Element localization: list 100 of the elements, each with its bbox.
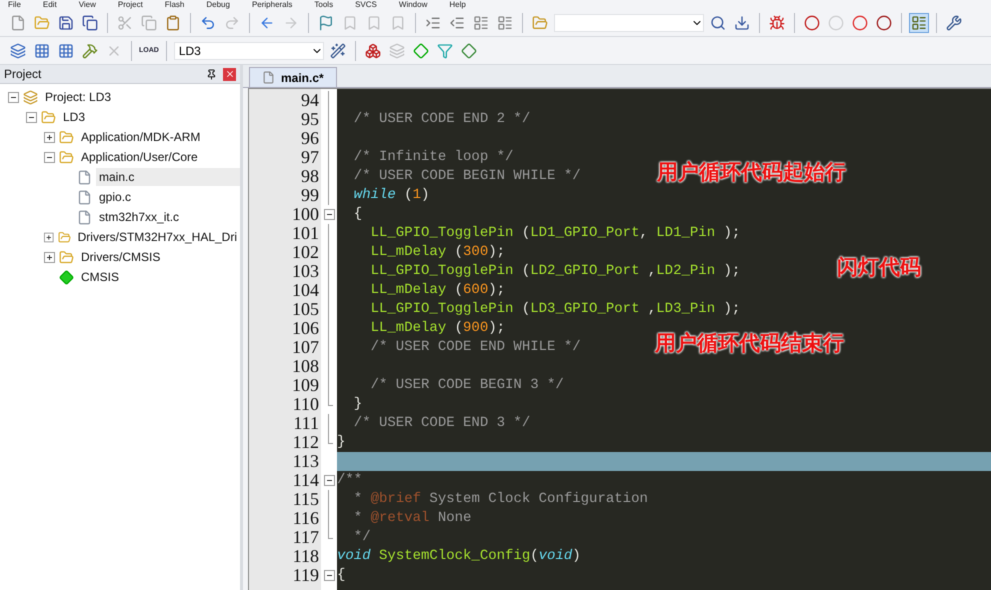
folder-icon [59, 150, 74, 164]
line-number: 94 [300, 91, 320, 110]
collapse-toggle[interactable] [44, 152, 55, 162]
fold-toggle[interactable] [324, 570, 334, 581]
file-icon [262, 71, 275, 84]
menu-item[interactable]: Project [118, 0, 143, 9]
project-icon [23, 90, 38, 104]
line-number: 97 [300, 148, 320, 167]
close-button[interactable] [223, 68, 236, 80]
code-line: LL_mDelay (600); [370, 281, 506, 300]
code-line: */ [352, 528, 372, 547]
line-number: 119 [292, 566, 320, 585]
code-line: { [352, 205, 364, 224]
expand-toggle[interactable] [44, 132, 55, 142]
tree-item[interactable]: LD3 [60, 108, 88, 126]
expand-toggle[interactable] [44, 232, 54, 242]
code-line: } [337, 433, 346, 452]
pin-icon[interactable] [206, 68, 217, 80]
expand-toggle[interactable] [44, 252, 55, 262]
code-line: /* USER CODE BEGIN 3 */ [370, 376, 565, 395]
line-number: 103 [291, 262, 320, 281]
line-number: 106 [291, 319, 320, 338]
line-number: 102 [291, 243, 320, 262]
code-line: LL_mDelay (300); [370, 243, 506, 262]
component-icon [59, 270, 74, 284]
window-layout-icon[interactable] [909, 12, 929, 32]
menu-item[interactable]: Help [449, 0, 466, 9]
panel-title: Project [4, 67, 42, 81]
tree-item[interactable]: Drivers/STM32H7xx_HAL_Dri [74, 228, 240, 246]
diamond-icon[interactable] [458, 40, 479, 60]
tree-item[interactable]: Project: LD3 [42, 88, 114, 106]
code-line: * @retval None [352, 509, 472, 528]
file-icon [77, 170, 92, 184]
close-icon [224, 69, 234, 79]
code-line: while (1) [352, 186, 430, 205]
diamond-icon[interactable] [410, 40, 431, 60]
line-number: 101 [291, 224, 320, 243]
tree-item[interactable]: stm32h7xx_it.c [96, 208, 182, 226]
line-number: 95 [300, 110, 320, 129]
line-number: 114 [292, 471, 320, 490]
line-number: 98 [300, 167, 320, 186]
breakpoint-icon[interactable] [850, 12, 870, 32]
debug-icon[interactable] [767, 12, 787, 32]
code-line: /* Infinite loop */ [352, 148, 514, 167]
file-icon [77, 210, 92, 224]
folder-icon [58, 230, 71, 244]
target-combo[interactable]: LD3 [174, 42, 324, 60]
tree-item[interactable]: Application/MDK-ARM [78, 128, 204, 146]
folder-icon [59, 130, 74, 144]
code-line: LL_mDelay (900); [370, 319, 506, 338]
breakpoint-icon[interactable] [802, 12, 822, 32]
menu-item[interactable]: View [78, 0, 96, 9]
tree-item[interactable]: Application/User/Core [78, 148, 201, 166]
menu-item[interactable]: Edit [42, 0, 57, 9]
menu-item[interactable]: File [8, 0, 21, 9]
annotation-text: 用户循环代码起始行 [657, 163, 846, 182]
code-line: LL_GPIO_TogglePin (LD1_GPIO_Port, LD1_Pin ); [370, 224, 742, 243]
annotation-text: 闪灯代码 [837, 258, 921, 277]
menu-item[interactable]: Flash [164, 0, 184, 9]
line-number: 105 [291, 300, 320, 319]
tree-item[interactable]: gpio.c [96, 188, 134, 206]
fold-toggle[interactable] [324, 475, 334, 486]
settings-icon[interactable] [944, 12, 964, 32]
line-number: 111 [292, 414, 320, 433]
collapse-toggle[interactable] [26, 112, 37, 122]
line-number: 99 [300, 186, 320, 205]
code-line: /* USER CODE END 3 */ [352, 414, 532, 433]
line-number: 104 [291, 281, 320, 300]
collapse-toggle[interactable] [8, 92, 19, 102]
menu-item[interactable]: Tools [314, 0, 334, 9]
code-line: } [352, 395, 364, 414]
wand-icon[interactable] [328, 40, 348, 60]
line-number: 110 [292, 395, 320, 414]
tree-item[interactable]: main.c [96, 168, 240, 186]
menu-item[interactable]: Peripherals [252, 0, 292, 9]
line-number: 112 [292, 433, 320, 452]
menu-item[interactable]: Window [398, 0, 428, 9]
line-number: 109 [291, 376, 320, 395]
code-line: /* USER CODE END 2 */ [352, 110, 532, 129]
line-number: 118 [292, 547, 320, 566]
code-line: * @brief System Clock Configuration [352, 490, 649, 509]
breakpoint-icon[interactable] [874, 12, 894, 32]
tree-item[interactable]: Drivers/CMSIS [78, 248, 164, 266]
menu-item[interactable]: Debug [206, 0, 230, 9]
line-number: 108 [291, 357, 320, 376]
tree-item[interactable]: CMSIS [78, 268, 122, 286]
folder-icon [59, 250, 74, 264]
menu-item[interactable]: SVCS [355, 0, 377, 9]
line-number: 96 [300, 129, 320, 148]
annotation-text: 用户循环代码结束行 [655, 334, 844, 353]
fold-toggle[interactable] [324, 209, 334, 220]
code-line: void SystemClock_Config(void) [337, 547, 582, 566]
line-number: 117 [292, 528, 320, 547]
line-number: 100 [291, 205, 320, 224]
line-number: 115 [292, 490, 320, 509]
file-icon [77, 190, 92, 204]
code-line: /** [337, 471, 364, 490]
line-number: 116 [292, 509, 320, 528]
line-number: 113 [292, 452, 320, 471]
editor-tab[interactable]: main.c* [249, 67, 337, 87]
